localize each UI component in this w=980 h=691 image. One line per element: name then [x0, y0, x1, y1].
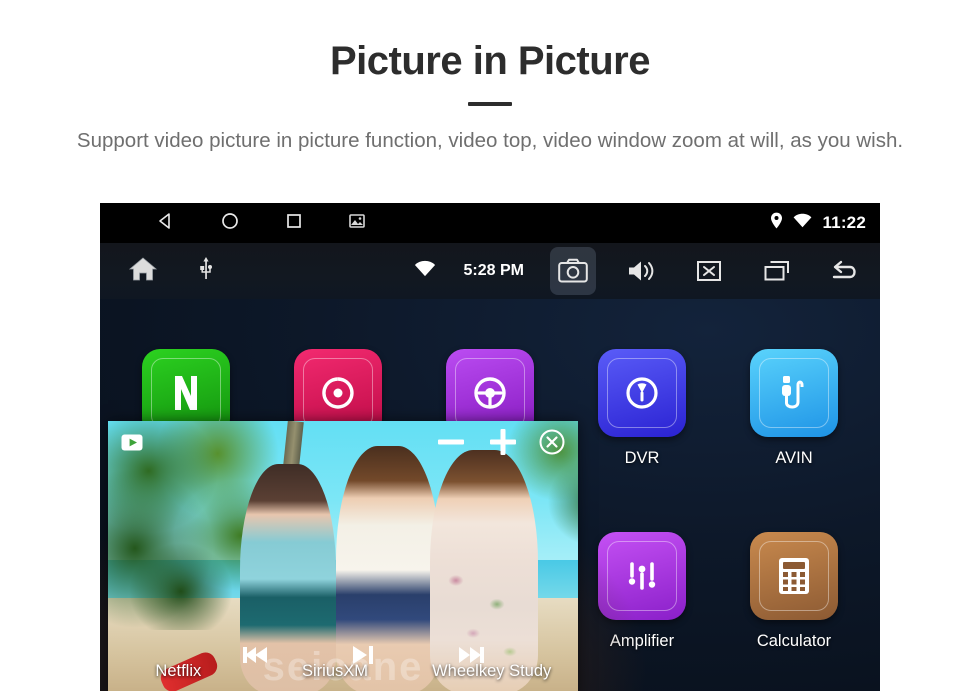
- title-underline: [468, 102, 512, 106]
- close-pip-button[interactable]: [538, 428, 566, 461]
- back-button[interactable]: [822, 247, 868, 295]
- app-amplifier[interactable]: Amplifier: [566, 500, 718, 683]
- avin-icon[interactable]: [750, 349, 838, 437]
- app-avin[interactable]: AVIN: [718, 317, 870, 500]
- app-label-netflix: Netflix: [155, 662, 202, 680]
- status-bar-indicators: 11:22: [770, 203, 866, 243]
- recents-icon[interactable]: [284, 211, 304, 236]
- recent-apps-button[interactable]: [754, 247, 800, 295]
- usb-icon[interactable]: [198, 256, 214, 287]
- page-title: Picture in Picture: [330, 39, 650, 83]
- close-app-button[interactable]: [686, 247, 732, 295]
- home-icon[interactable]: [220, 211, 240, 236]
- calculator-icon[interactable]: [750, 532, 838, 620]
- zoom-out-button[interactable]: [434, 427, 468, 462]
- app-label-wheelkey-study: Wheelkey Study: [432, 662, 552, 680]
- app-dvr[interactable]: DVR: [566, 317, 718, 500]
- home-icon[interactable]: [128, 255, 158, 288]
- home-screen: Netflix SiriusXM Wheelkey Study: [100, 299, 880, 691]
- camera-button[interactable]: [550, 247, 596, 295]
- device-screen: 11:22 5:28 PM DVR AVIN Amplifier Calcula…: [100, 203, 880, 691]
- dvr-icon[interactable]: [598, 349, 686, 437]
- zoom-in-button[interactable]: [486, 425, 520, 464]
- app-label-siriusxm: SiriusXM: [302, 662, 369, 680]
- pip-controls: [434, 425, 566, 464]
- app-label: AVIN: [775, 449, 813, 467]
- status-bar-nav: [156, 211, 366, 236]
- volume-button[interactable]: [618, 247, 664, 295]
- status-bar: 11:22: [100, 203, 880, 243]
- pip-window[interactable]: seicane: [108, 421, 578, 691]
- wifi-icon: [793, 213, 812, 233]
- app-calculator[interactable]: Calculator: [718, 500, 870, 683]
- amplifier-icon[interactable]: [598, 532, 686, 620]
- app-label: Calculator: [756, 632, 832, 650]
- screenshot-icon[interactable]: [348, 212, 366, 235]
- video-camera-play-icon: [120, 430, 148, 459]
- toolbar-clock: 5:28 PM: [463, 262, 524, 279]
- back-icon[interactable]: [156, 211, 176, 236]
- app-label: Amplifier: [609, 632, 675, 650]
- toolbar-right-group: 5:28 PM: [414, 243, 868, 299]
- covered-app-labels: Netflix SiriusXM Wheelkey Study: [100, 662, 570, 681]
- wifi-icon: [414, 260, 436, 282]
- toolbar-left-group: [128, 255, 214, 288]
- status-bar-clock: 11:22: [822, 213, 866, 232]
- page-subtitle: Support video picture in picture functio…: [76, 129, 904, 152]
- system-toolbar: 5:28 PM: [100, 243, 880, 299]
- marketing-page: Picture in Picture Support video picture…: [0, 0, 980, 691]
- app-label: DVR: [624, 449, 660, 467]
- location-pin-icon: [770, 212, 783, 234]
